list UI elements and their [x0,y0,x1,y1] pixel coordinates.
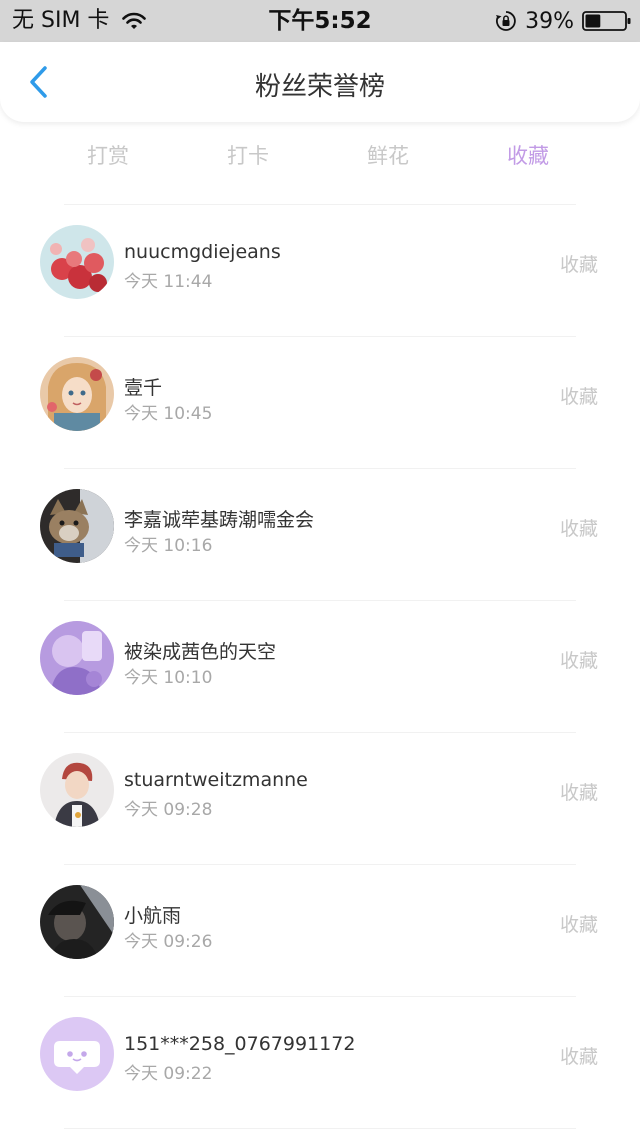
avatar[interactable] [40,753,114,827]
avatar[interactable] [40,621,114,695]
list-item[interactable]: 151***258_0767991172 今天 09:22 收藏 [0,997,640,1129]
user-name: 151***258_0767991172 [124,1033,356,1055]
nav-header: 粉丝荣誉榜 [0,42,640,122]
list-item[interactable]: 李嘉诚荦基踌潮嚅金会 今天 10:16 收藏 [0,469,640,601]
favorite-label: 收藏 [559,782,598,804]
list-item[interactable]: 壹千 今天 10:45 收藏 [0,337,640,469]
tab-flowers[interactable]: 鲜花 [338,140,438,170]
page-title: 粉丝荣誉榜 [254,72,385,102]
list-item[interactable]: 被染成茜色的天空 今天 10:10 收藏 [0,601,640,733]
tab-bar: 打赏 打卡 鲜花 收藏 [0,126,640,186]
tab-checkin[interactable]: 打卡 [198,140,298,170]
avatar[interactable] [40,1017,114,1091]
favorite-label: 收藏 [559,650,598,672]
dark-portrait-avatar [40,885,114,959]
status-bar: 无 SIM 卡 下午5:52 39% [0,0,640,42]
timestamp: 今天 09:22 [124,1064,213,1084]
battery-percentage: 39% [525,8,574,34]
list-item[interactable]: stuarntweitzmanne 今天 09:28 收藏 [0,733,640,865]
favorite-label: 收藏 [559,518,598,540]
favorite-label: 收藏 [559,254,598,276]
orientation-lock-icon [496,11,516,31]
avatar[interactable] [40,885,114,959]
timestamp: 今天 09:26 [124,932,213,952]
user-name: nuucmgdiejeans [124,241,281,263]
favorite-label: 收藏 [559,1046,598,1068]
timestamp: 今天 11:44 [124,272,213,292]
boy-portrait-avatar [40,753,114,827]
timestamp: 今天 10:10 [124,668,213,688]
user-name: 小航雨 [124,905,182,927]
user-name: 壹千 [124,377,163,399]
anime-girl-avatar [40,357,114,431]
list-item[interactable]: nuucmgdiejeans 今天 11:44 收藏 [0,205,640,337]
timestamp: 今天 10:45 [124,404,213,424]
favorite-label: 收藏 [559,914,598,936]
favorite-label: 收藏 [559,386,598,408]
user-name: 李嘉诚荦基踌潮嚅金会 [124,509,315,531]
avatar[interactable] [40,225,114,299]
avatar[interactable] [40,489,114,563]
list-item[interactable]: 小航雨 今天 09:26 收藏 [0,865,640,997]
purple-portrait-avatar [40,621,114,695]
timestamp: 今天 09:28 [124,800,213,820]
battery-icon [582,11,631,31]
avatar[interactable] [40,357,114,431]
fan-list: nuucmgdiejeans 今天 11:44 收藏 壹千 今天 10:45 收… [0,205,640,1129]
timestamp: 今天 10:16 [124,536,213,556]
default-chat-avatar [40,1017,114,1091]
user-name: stuarntweitzmanne [124,769,308,791]
tab-favorites[interactable]: 收藏 [478,140,578,170]
user-name: 被染成茜色的天空 [124,641,277,663]
red-balloons-avatar [40,225,114,299]
cat-avatar [40,489,114,563]
tab-reward[interactable]: 打赏 [58,140,158,170]
